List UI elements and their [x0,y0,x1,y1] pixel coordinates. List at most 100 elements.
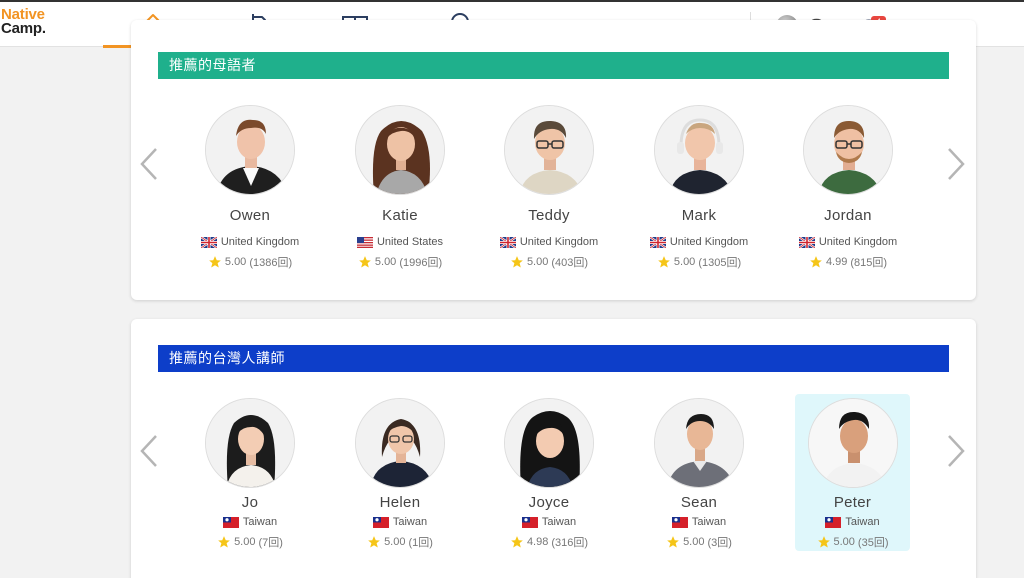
tutor-name: Peter [833,494,872,511]
country-label: Taiwan [691,516,727,528]
star-icon [359,256,371,268]
native-next-arrow[interactable] [946,144,966,184]
tutor-name: Jo [241,494,259,511]
uk-flag-icon [649,236,666,248]
chevron-right-icon [948,148,965,180]
tutor-country: United Kingdom [639,236,759,248]
tutor-rating: 5.00 (1305回) [639,254,759,270]
tutor-photo [205,105,295,195]
tutor-rating: 5.00 (7回) [190,534,310,550]
lesson-count: (35回) [857,537,889,549]
tutor-rating: 4.99 (815回) [788,254,908,270]
tutor-rating: 5.00 (403回) [489,254,609,270]
tutor-country: Taiwan [340,516,460,528]
tutor-country: Taiwan [190,516,310,528]
star-icon [511,256,523,268]
tutor-card-jo[interactable]: Jo Taiwan 5.00 (7回) [190,398,310,550]
uk-flag-icon [200,236,217,248]
country-label: United Kingdom [818,236,898,248]
chevron-left-icon [140,435,157,467]
taiwan-flag-icon [222,516,239,528]
taiwan-flag-icon [671,516,688,528]
chevron-right-icon [948,435,965,467]
rating-value: 5.00 [683,536,705,548]
rating-value: 5.00 [384,536,406,548]
taiwan-flag-icon [521,516,538,528]
rating-value: 4.98 [526,536,549,548]
tutor-name: Mark [681,207,717,224]
tutor-name: Owen [229,207,271,224]
country-label: United Kingdom [519,236,599,248]
star-icon [209,256,221,268]
chevron-left-icon [140,148,157,180]
tutor-photo [504,398,594,488]
tutor-name: Katie [382,207,418,224]
tutor-rating: 5.00 (35回) [795,534,910,550]
uk-flag-icon [499,236,516,248]
native-tutors-card: 推薦的母語者 Owen United Kingdom 5.00 (1386回) … [131,20,976,300]
country-label: Taiwan [242,516,278,528]
tutor-rating: 5.00 (3回) [639,534,759,550]
star-icon [368,536,380,548]
tutor-country: Taiwan [489,516,609,528]
tutor-card-teddy[interactable]: Teddy United Kingdom 5.00 (403回) [489,105,609,270]
tutor-country: Taiwan [639,516,759,528]
rating-value: 4.99 [825,256,848,268]
lesson-count: (815回) [850,257,888,269]
rating-value: 5.00 [526,256,549,268]
tutor-rating: 5.00 (1996回) [340,254,460,270]
tutor-name: Teddy [528,207,570,224]
lesson-count: (403回) [551,257,589,269]
star-icon [658,256,670,268]
country-label: United States [376,236,444,248]
tutor-card-mark[interactable]: Mark United Kingdom 5.00 (1305回) [639,105,759,270]
lesson-count: (1305回) [698,257,742,269]
uk-flag-icon [798,236,815,248]
tutor-card-sean[interactable]: Sean Taiwan 5.00 (3回) [639,398,759,550]
tutor-rating: 4.98 (316回) [489,534,609,550]
lesson-count: (3回) [707,537,732,549]
tutor-card-joyce[interactable]: Joyce Taiwan 4.98 (316回) [489,398,609,550]
tutor-country: United Kingdom [489,236,609,248]
tutor-photo [803,105,893,195]
taiwan-prev-arrow[interactable] [139,431,159,471]
tutor-card-jordan[interactable]: Jordan United Kingdom 4.99 (815回) [788,105,908,270]
lesson-count: (7回) [258,537,283,549]
taiwan-flag-icon [825,516,842,528]
rating-value: 5.00 [374,256,397,268]
native-section-title: 推薦的母語者 [158,52,949,79]
lesson-count: (1386回) [249,257,293,269]
star-icon [817,536,830,548]
lesson-count: (1996回) [399,257,443,269]
tutor-card-owen[interactable]: Owen United Kingdom 5.00 (1386回) [190,105,310,270]
rating-value: 5.00 [673,256,696,268]
native-prev-arrow[interactable] [139,144,159,184]
country-label: United Kingdom [669,236,749,248]
taiwan-flag-icon [372,516,389,528]
native-camp-logo[interactable]: Native Camp. [1,7,46,36]
tutor-country: United Kingdom [190,236,310,248]
tutor-country: United Kingdom [788,236,908,248]
tutor-rating: 5.00 (1386回) [190,254,310,270]
lesson-count: (316回) [551,537,589,549]
country-label: Taiwan [541,516,577,528]
star-icon [511,536,523,548]
taiwan-tutors-card: 推薦的台灣人講師 Jo Taiwan 5.00 (7回) Helen Taiwa… [131,319,976,578]
tutor-photo [654,105,744,195]
tutor-name: Helen [379,494,421,511]
tutor-name: Sean [680,494,718,511]
star-icon [667,536,679,548]
tutor-name: Jordan [824,207,872,224]
taiwan-next-arrow[interactable] [946,431,966,471]
tutor-country: United States [340,236,460,248]
rating-value: 5.00 [224,256,247,268]
tutor-country: Taiwan [795,516,910,528]
country-label: Taiwan [392,516,428,528]
tutor-card-peter[interactable]: Peter Taiwan 5.00 (35回) [795,394,910,551]
tutor-photo [654,398,744,488]
country-label: United Kingdom [220,236,300,248]
tutor-card-katie[interactable]: Katie United States 5.00 (1996回) [340,105,460,270]
tutor-photo [205,398,295,488]
tutor-card-helen[interactable]: Helen Taiwan 5.00 (1回) [340,398,460,550]
tutor-photo [355,105,445,195]
